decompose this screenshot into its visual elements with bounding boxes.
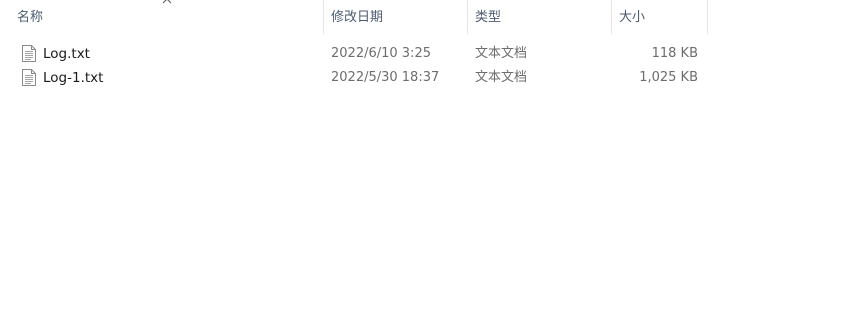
- column-header-size-label: 大小: [619, 10, 646, 25]
- column-header-row: 名称 修改日期 类型 大小: [0, 0, 710, 34]
- file-row[interactable]: Log-1.txt 2022/5/30 18:37 文本文档 1,025 KB: [0, 66, 710, 90]
- file-name: Log.txt: [43, 46, 90, 62]
- file-size: 1,025 KB: [639, 70, 698, 85]
- column-header-date-modified[interactable]: 修改日期: [324, 0, 467, 34]
- column-header-name[interactable]: 名称: [10, 0, 323, 34]
- file-type: 文本文档: [475, 46, 528, 61]
- text-file-icon: [22, 69, 36, 86]
- file-type: 文本文档: [475, 70, 528, 85]
- file-row[interactable]: Log.txt 2022/6/10 3:25 文本文档 118 KB: [0, 42, 710, 66]
- column-header-type-label: 类型: [475, 10, 502, 25]
- column-header-name-label: 名称: [17, 10, 44, 25]
- file-size: 118 KB: [651, 46, 698, 61]
- file-name: Log-1.txt: [43, 70, 104, 86]
- column-header-type[interactable]: 类型: [468, 0, 611, 34]
- file-date-modified: 2022/6/10 3:25: [331, 46, 431, 61]
- column-divider[interactable]: [707, 0, 708, 34]
- file-list-view: 名称 修改日期 类型 大小 Log.txt 2022/6/10 3:25 文本文…: [0, 0, 850, 326]
- column-header-date-modified-label: 修改日期: [331, 10, 384, 25]
- sort-ascending-icon: [162, 0, 172, 4]
- file-date-modified: 2022/5/30 18:37: [331, 70, 440, 85]
- column-header-size[interactable]: 大小: [612, 0, 707, 34]
- text-file-icon: [22, 45, 36, 62]
